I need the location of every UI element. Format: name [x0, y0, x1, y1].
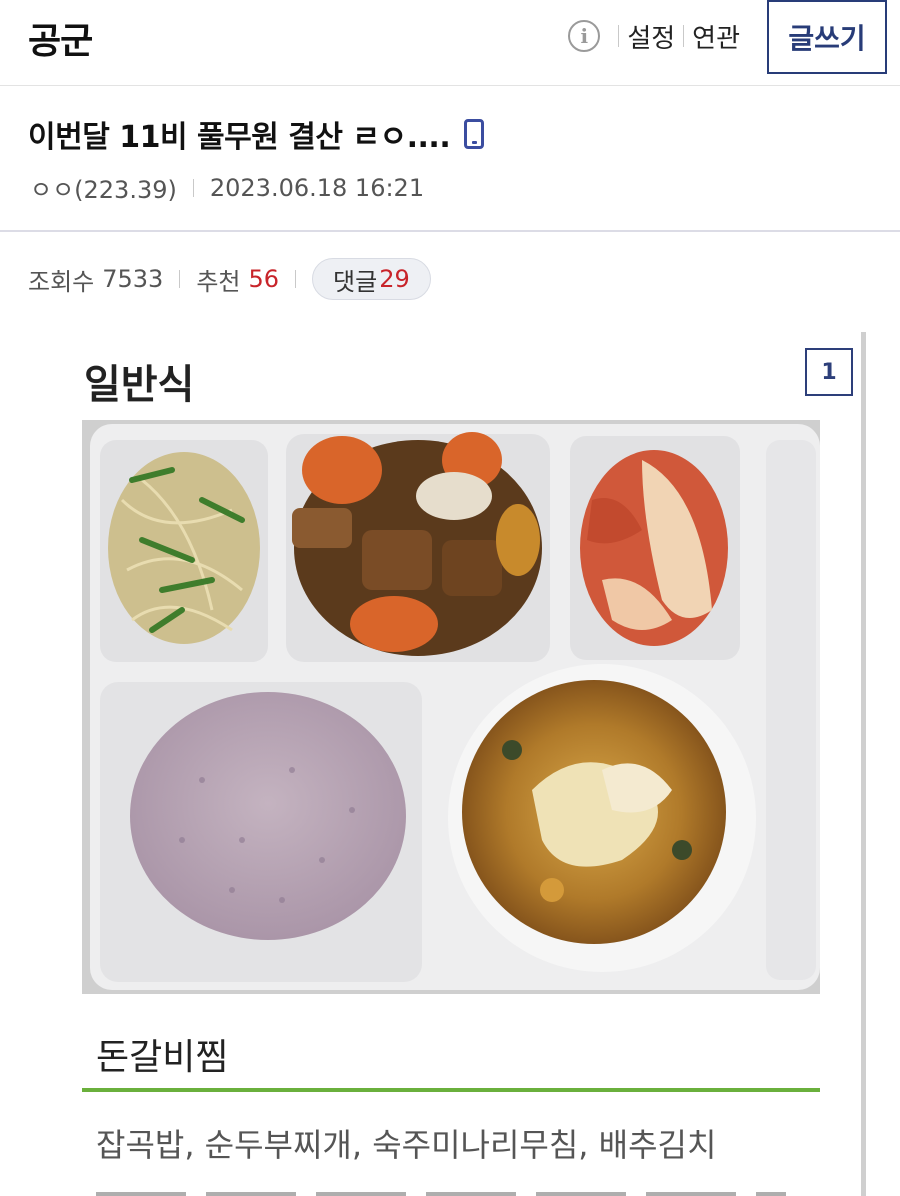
page-number-badge: 1 — [805, 348, 853, 396]
gallery-title[interactable]: 공군 — [28, 12, 93, 64]
post-stats: 조회수 7533 추천 56 댓글 29 — [28, 258, 431, 300]
comments-count: 29 — [379, 265, 410, 293]
author-name[interactable]: ㅇㅇ(223.39) — [30, 170, 177, 205]
cut-off-text-line — [96, 1184, 786, 1196]
comments-label: 댓글 — [333, 267, 378, 296]
write-button[interactable]: 글쓰기 — [767, 0, 887, 74]
divider — [192, 178, 194, 197]
meal-tray-illustration — [82, 420, 820, 994]
post-title: 이번달 11비 풀무원 결산 ㄹㅇ.... — [28, 112, 485, 156]
mobile-icon — [464, 119, 485, 149]
comments-button[interactable]: 댓글 29 — [312, 258, 431, 300]
meal-photo[interactable] — [82, 420, 820, 994]
views-count: 7533 — [102, 265, 164, 293]
divider — [295, 270, 297, 288]
menu-category-heading: 일반식 — [84, 362, 195, 408]
recommend-count: 56 — [248, 265, 280, 293]
top-bar: 공군 i 설정 연관 글쓰기 — [0, 0, 900, 86]
recommend-label: 추천 — [196, 267, 241, 296]
related-link[interactable]: 연관 — [692, 18, 740, 55]
views-label: 조회수 — [28, 267, 95, 296]
divider — [683, 25, 685, 47]
side-dishes-text: 잡곡밥, 순두부찌개, 숙주미나리무침, 배추김치 — [96, 1126, 717, 1164]
settings-link[interactable]: 설정 — [627, 18, 675, 55]
post-datetime: 2023.06.18 16:21 — [209, 173, 425, 202]
top-actions: i 설정 연관 — [568, 16, 740, 56]
divider-rule — [82, 1088, 820, 1092]
post-meta: ㅇㅇ(223.39) 2023.06.18 16:21 — [30, 170, 424, 205]
post-content-card: 일반식 1 돈갈비찜 잡곡밥, 순두부찌개, 숙주미나리무침, 배추김치 — [40, 332, 866, 1196]
divider — [179, 270, 181, 288]
main-menu-name: 돈갈비찜 — [96, 1037, 229, 1078]
post-title-text: 이번달 11비 풀무원 결산 ㄹㅇ.... — [28, 120, 451, 155]
post-header: 이번달 11비 풀무원 결산 ㄹㅇ.... ㅇㅇ(223.39) 2023.06… — [0, 86, 900, 232]
divider — [618, 25, 620, 47]
info-icon[interactable]: i — [568, 20, 601, 52]
